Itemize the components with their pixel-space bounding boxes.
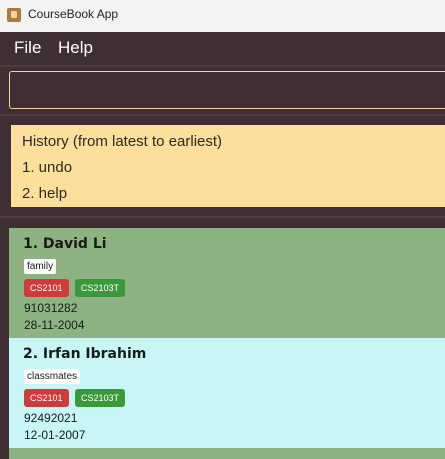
person-date: 12-01-2007 xyxy=(24,428,86,442)
command-box[interactable] xyxy=(9,71,445,109)
result-display: History (from latest to earliest) 1. und… xyxy=(9,123,445,209)
divider xyxy=(0,114,445,116)
person-tag: family xyxy=(24,259,57,274)
person-list[interactable]: 1. David Li family CS2101 CS2103T 910312… xyxy=(9,228,445,459)
result-line: 2. help xyxy=(22,185,68,202)
course-badge: CS2101 xyxy=(24,389,69,407)
person-card[interactable]: 2. Irfan Ibrahim classmates CS2101 CS210… xyxy=(9,338,445,448)
person-phone: 92492021 xyxy=(24,411,78,425)
person-name: 1. David Li xyxy=(23,236,107,252)
window-title: CourseBook App xyxy=(28,7,119,21)
menu-help[interactable]: Help xyxy=(58,38,93,58)
person-date: 28-11-2004 xyxy=(24,318,85,332)
person-tag: classmates xyxy=(24,369,81,384)
person-phone: 91031282 xyxy=(24,301,78,315)
person-card[interactable]: 1. David Li family CS2101 CS2103T 910312… xyxy=(9,228,445,338)
menu-file[interactable]: File xyxy=(14,38,41,58)
course-badge: CS2101 xyxy=(24,279,69,297)
course-badge: CS2103T xyxy=(75,389,126,407)
title-bar: CourseBook App xyxy=(0,0,445,32)
result-line: History (from latest to earliest) xyxy=(22,133,223,150)
divider xyxy=(0,216,445,218)
result-line: 1. undo xyxy=(22,159,73,176)
divider xyxy=(0,65,445,67)
course-badge: CS2103T xyxy=(75,279,126,297)
menu-bar: File Help xyxy=(0,32,445,65)
app-book-icon xyxy=(7,8,21,22)
command-input[interactable] xyxy=(10,72,445,108)
person-name: 2. Irfan Ibrahim xyxy=(23,346,147,362)
